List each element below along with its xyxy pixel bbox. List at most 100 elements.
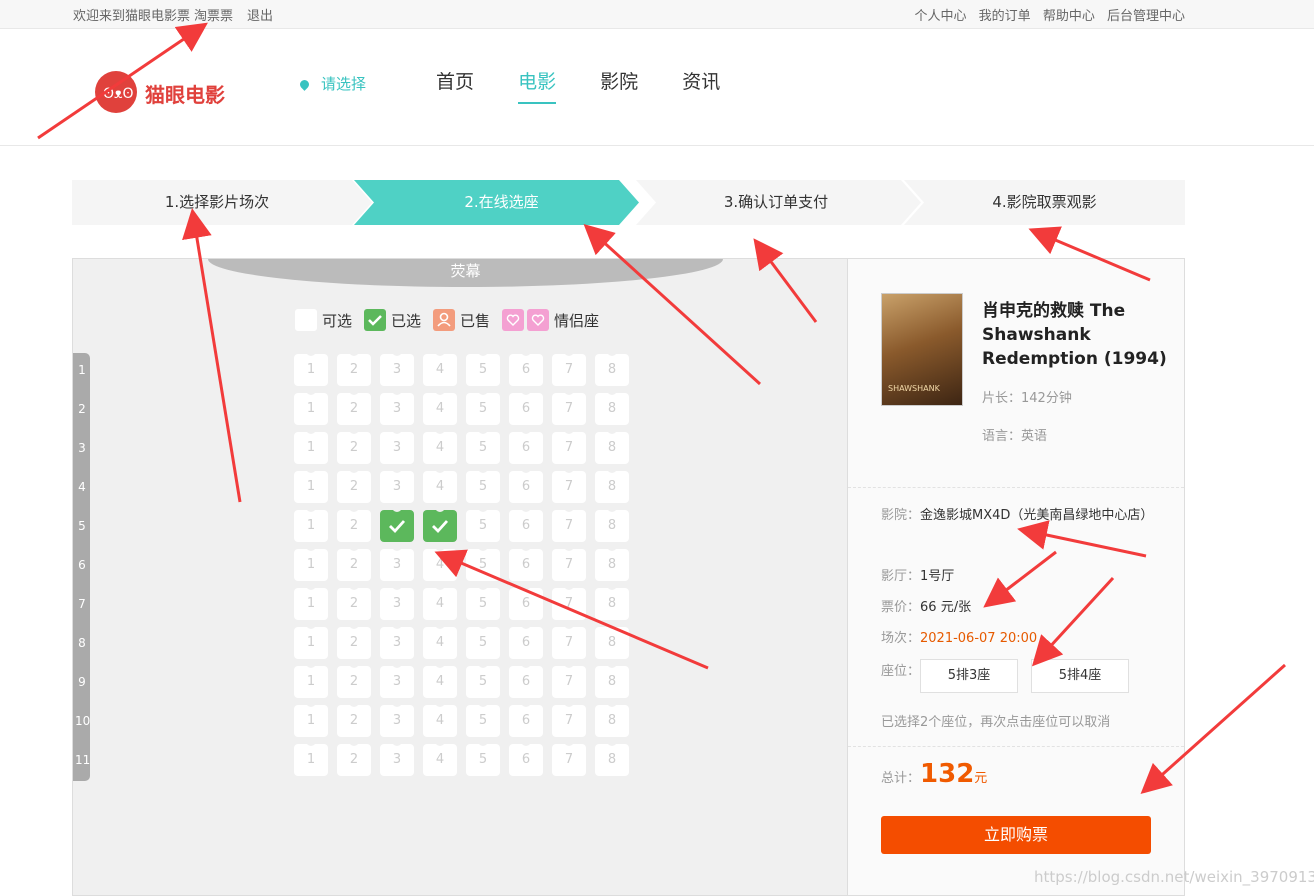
seat-available[interactable]: 3 [380, 624, 414, 659]
nav-cinemas[interactable]: 影院 [600, 67, 638, 102]
seat-available[interactable]: 7 [552, 390, 586, 425]
seat-available[interactable]: 6 [509, 390, 543, 425]
seat-available[interactable]: 6 [509, 468, 543, 503]
seat-available[interactable]: 7 [552, 663, 586, 698]
seat-available[interactable]: 3 [380, 429, 414, 464]
seat-available[interactable]: 1 [294, 585, 328, 620]
seat-available[interactable]: 1 [294, 468, 328, 503]
seat-available[interactable]: 7 [552, 351, 586, 386]
seat-available[interactable]: 3 [380, 663, 414, 698]
seat-available[interactable]: 8 [595, 624, 629, 659]
seat-available[interactable]: 1 [294, 507, 328, 542]
seat-available[interactable]: 7 [552, 507, 586, 542]
seat-available[interactable]: 1 [294, 429, 328, 464]
seat-available[interactable]: 4 [423, 702, 457, 737]
seat-available[interactable]: 3 [380, 546, 414, 581]
seat-available[interactable]: 3 [380, 351, 414, 386]
seat-available[interactable]: 2 [337, 663, 371, 698]
seat-available[interactable]: 8 [595, 351, 629, 386]
seat-available[interactable]: 4 [423, 624, 457, 659]
help-center-link[interactable]: 帮助中心 [1043, 9, 1095, 24]
buy-now-button[interactable]: 立即购票 [881, 816, 1151, 854]
seat-selected[interactable] [380, 507, 414, 542]
seat-available[interactable]: 5 [466, 351, 500, 386]
seat-available[interactable]: 8 [595, 507, 629, 542]
selected-seat-tag[interactable]: 5排3座 [920, 659, 1018, 693]
seat-available[interactable]: 8 [595, 390, 629, 425]
seat-available[interactable]: 4 [423, 741, 457, 776]
seat-available[interactable]: 6 [509, 351, 543, 386]
seat-available[interactable]: 8 [595, 429, 629, 464]
seat-available[interactable]: 6 [509, 702, 543, 737]
seat-available[interactable]: 2 [337, 468, 371, 503]
seat-available[interactable]: 5 [466, 546, 500, 581]
seat-available[interactable]: 5 [466, 390, 500, 425]
seat-available[interactable]: 6 [509, 507, 543, 542]
seat-available[interactable]: 5 [466, 585, 500, 620]
seat-available[interactable]: 1 [294, 351, 328, 386]
seat-available[interactable]: 6 [509, 546, 543, 581]
seat-available[interactable]: 5 [466, 468, 500, 503]
seat-available[interactable]: 4 [423, 663, 457, 698]
seat-available[interactable]: 7 [552, 741, 586, 776]
selected-seat-tag[interactable]: 5排4座 [1031, 659, 1129, 693]
seat-available[interactable]: 2 [337, 429, 371, 464]
seat-available[interactable]: 3 [380, 741, 414, 776]
seat-available[interactable]: 3 [380, 585, 414, 620]
seat-available[interactable]: 6 [509, 741, 543, 776]
seat-available[interactable]: 5 [466, 663, 500, 698]
seat-available[interactable]: 4 [423, 585, 457, 620]
nav-news[interactable]: 资讯 [682, 67, 720, 102]
seat-available[interactable]: 1 [294, 741, 328, 776]
seat-available[interactable]: 7 [552, 624, 586, 659]
city-selector[interactable]: 请选择 [298, 73, 366, 94]
nav-home[interactable]: 首页 [436, 67, 474, 102]
seat-available[interactable]: 8 [595, 585, 629, 620]
seat-available[interactable]: 1 [294, 663, 328, 698]
seat-available[interactable]: 2 [337, 351, 371, 386]
seat-available[interactable]: 5 [466, 624, 500, 659]
seat-available[interactable]: 4 [423, 546, 457, 581]
seat-available[interactable]: 4 [423, 351, 457, 386]
user-center-link[interactable]: 个人中心 [915, 9, 967, 24]
seat-available[interactable]: 8 [595, 702, 629, 737]
seat-available[interactable]: 7 [552, 585, 586, 620]
seat-available[interactable]: 4 [423, 429, 457, 464]
seat-available[interactable]: 6 [509, 429, 543, 464]
seat-available[interactable]: 7 [552, 702, 586, 737]
seat-available[interactable]: 2 [337, 390, 371, 425]
seat-available[interactable]: 3 [380, 468, 414, 503]
seat-available[interactable]: 1 [294, 702, 328, 737]
seat-available[interactable]: 7 [552, 468, 586, 503]
seat-available[interactable]: 8 [595, 468, 629, 503]
seat-available[interactable]: 4 [423, 468, 457, 503]
seat-available[interactable]: 2 [337, 624, 371, 659]
seat-available[interactable]: 5 [466, 741, 500, 776]
seat-available[interactable]: 3 [380, 390, 414, 425]
seat-available[interactable]: 7 [552, 546, 586, 581]
seat-available[interactable]: 5 [466, 429, 500, 464]
seat-available[interactable]: 8 [595, 663, 629, 698]
seat-available[interactable]: 5 [466, 702, 500, 737]
admin-center-link[interactable]: 后台管理中心 [1107, 9, 1185, 24]
seat-available[interactable]: 2 [337, 507, 371, 542]
my-orders-link[interactable]: 我的订单 [979, 9, 1031, 24]
username-link[interactable]: 淘票票 [194, 9, 233, 24]
seat-available[interactable]: 6 [509, 585, 543, 620]
logo[interactable]: ʘᴥʘ 猫眼电影 [95, 71, 245, 115]
logout-link[interactable]: 退出 [247, 9, 273, 24]
seat-available[interactable]: 6 [509, 663, 543, 698]
seat-available[interactable]: 2 [337, 702, 371, 737]
seat-available[interactable]: 2 [337, 546, 371, 581]
seat-available[interactable]: 4 [423, 390, 457, 425]
seat-available[interactable]: 2 [337, 585, 371, 620]
seat-available[interactable]: 3 [380, 702, 414, 737]
seat-available[interactable]: 5 [466, 507, 500, 542]
seat-available[interactable]: 2 [337, 741, 371, 776]
seat-available[interactable]: 8 [595, 741, 629, 776]
seat-available[interactable]: 1 [294, 390, 328, 425]
seat-available[interactable]: 1 [294, 624, 328, 659]
seat-selected[interactable] [423, 507, 457, 542]
seat-available[interactable]: 8 [595, 546, 629, 581]
seat-available[interactable]: 1 [294, 546, 328, 581]
